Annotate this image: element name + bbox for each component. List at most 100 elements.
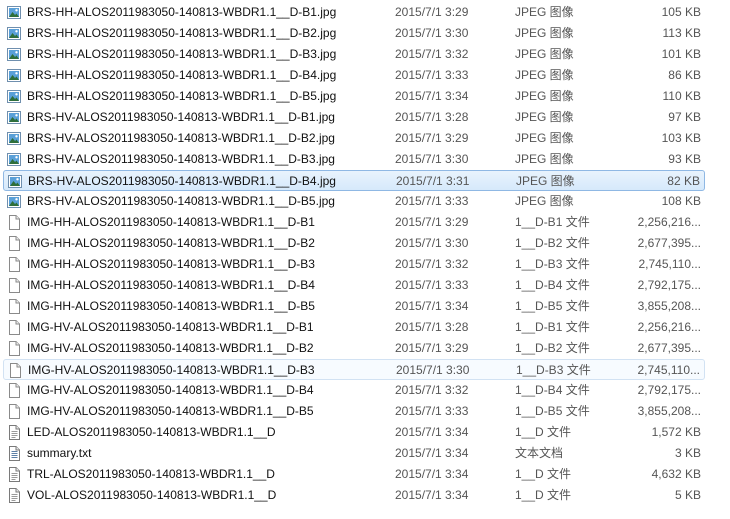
file-modified-date: 2015/7/1 3:31 [396,174,470,188]
jpeg-image-icon [7,194,21,209]
file-size: 105 KB [661,5,701,19]
file-name: IMG-HH-ALOS2011983050-140813-WBDR1.1__D-… [27,278,315,292]
file-modified-date: 2015/7/1 3:33 [395,194,469,208]
blank-file-icon [7,215,21,230]
blank-file-icon [7,278,21,293]
file-size: 2,745,110... [637,363,701,377]
file-name: IMG-HV-ALOS2011983050-140813-WBDR1.1__D-… [27,341,314,355]
file-size: 2,256,216... [637,320,701,334]
file-type: 1__D-B2 文件 [515,341,590,355]
blank-file-icon [7,299,21,314]
file-row[interactable]: LED-ALOS2011983050-140813-WBDR1.1__D 2015… [3,422,705,443]
blank-file-icon [7,320,21,335]
file-size: 97 KB [668,110,701,124]
file-row[interactable]: BRS-HV-ALOS2011983050-140813-WBDR1.1__D-… [3,170,705,191]
blank-file-icon [8,363,22,378]
file-name: BRS-HH-ALOS2011983050-140813-WBDR1.1__D-… [27,26,337,40]
file-row[interactable]: IMG-HV-ALOS2011983050-140813-WBDR1.1__D-… [3,359,705,380]
blank-file-icon [7,236,21,251]
file-modified-date: 2015/7/1 3:33 [395,404,469,418]
file-row[interactable]: BRS-HH-ALOS2011983050-140813-WBDR1.1__D-… [3,2,705,23]
file-size: 3,855,208... [637,404,701,418]
jpeg-image-icon [8,174,22,189]
file-row[interactable]: BRS-HH-ALOS2011983050-140813-WBDR1.1__D-… [3,86,705,107]
jpeg-image-icon [7,152,21,167]
document-file-icon [7,425,21,440]
file-type: 文本文档 [515,446,564,460]
file-modified-date: 2015/7/1 3:29 [395,341,469,355]
file-modified-date: 2015/7/1 3:34 [395,488,469,502]
file-type: JPEG 图像 [515,152,574,166]
jpeg-image-icon [7,68,21,83]
file-modified-date: 2015/7/1 3:33 [395,278,469,292]
document-file-icon [7,467,21,482]
file-type: JPEG 图像 [515,89,574,103]
file-row[interactable]: BRS-HV-ALOS2011983050-140813-WBDR1.1__D-… [3,191,705,212]
file-size: 113 KB [662,26,701,40]
file-type: 1__D-B4 文件 [515,278,590,292]
file-type: 1__D 文件 [515,488,572,502]
file-type: 1__D-B5 文件 [515,299,590,313]
file-modified-date: 2015/7/1 3:33 [395,68,469,82]
file-type: 1__D-B1 文件 [515,320,590,334]
file-row[interactable]: IMG-HV-ALOS2011983050-140813-WBDR1.1__D-… [3,380,705,401]
file-modified-date: 2015/7/1 3:32 [395,257,469,271]
file-modified-date: 2015/7/1 3:29 [395,131,469,145]
file-name: BRS-HH-ALOS2011983050-140813-WBDR1.1__D-… [27,47,337,61]
file-name: BRS-HV-ALOS2011983050-140813-WBDR1.1__D-… [27,152,335,166]
file-name: BRS-HV-ALOS2011983050-140813-WBDR1.1__D-… [28,174,336,188]
file-name: summary.txt [27,446,92,460]
file-row[interactable]: IMG-HV-ALOS2011983050-140813-WBDR1.1__D-… [3,401,705,422]
file-type: JPEG 图像 [515,47,574,61]
file-name: TRL-ALOS2011983050-140813-WBDR1.1__D [27,467,275,481]
blank-file-icon [7,257,21,272]
file-name: LED-ALOS2011983050-140813-WBDR1.1__D [27,425,276,439]
file-name: BRS-HV-ALOS2011983050-140813-WBDR1.1__D-… [27,131,335,145]
file-modified-date: 2015/7/1 3:29 [395,215,469,229]
file-modified-date: 2015/7/1 3:29 [395,5,469,19]
file-row[interactable]: BRS-HV-ALOS2011983050-140813-WBDR1.1__D-… [3,128,705,149]
file-name: BRS-HH-ALOS2011983050-140813-WBDR1.1__D-… [27,5,337,19]
file-modified-date: 2015/7/1 3:30 [395,26,469,40]
file-modified-date: 2015/7/1 3:30 [395,152,469,166]
file-modified-date: 2015/7/1 3:34 [395,425,469,439]
file-row[interactable]: IMG-HH-ALOS2011983050-140813-WBDR1.1__D-… [3,233,705,254]
file-row[interactable]: TRL-ALOS2011983050-140813-WBDR1.1__D 2015… [3,464,705,485]
file-modified-date: 2015/7/1 3:28 [395,320,469,334]
blank-file-icon [7,383,21,398]
file-row[interactable]: IMG-HH-ALOS2011983050-140813-WBDR1.1__D-… [3,296,705,317]
file-row[interactable]: IMG-HH-ALOS2011983050-140813-WBDR1.1__D-… [3,212,705,233]
file-type: JPEG 图像 [515,68,574,82]
file-row[interactable]: IMG-HV-ALOS2011983050-140813-WBDR1.1__D-… [3,338,705,359]
file-type: 1__D-B5 文件 [515,404,590,418]
file-row[interactable]: VOL-ALOS2011983050-140813-WBDR1.1__D 2015… [3,485,705,506]
file-row[interactable]: summary.txt 2015/7/1 3:34 文本文档 3 KB [3,443,705,464]
file-size: 2,677,395... [637,341,701,355]
file-modified-date: 2015/7/1 3:30 [396,363,470,377]
file-modified-date: 2015/7/1 3:32 [395,47,469,61]
jpeg-image-icon [7,131,21,146]
file-row[interactable]: IMG-HH-ALOS2011983050-140813-WBDR1.1__D-… [3,254,705,275]
file-size: 1,572 KB [651,425,701,439]
file-modified-date: 2015/7/1 3:34 [395,299,469,313]
file-name: VOL-ALOS2011983050-140813-WBDR1.1__D [27,488,277,502]
file-row[interactable]: IMG-HH-ALOS2011983050-140813-WBDR1.1__D-… [3,275,705,296]
file-name: IMG-HV-ALOS2011983050-140813-WBDR1.1__D-… [28,363,315,377]
file-modified-date: 2015/7/1 3:30 [395,236,469,250]
file-size: 2,745,110... [638,257,702,271]
file-name: IMG-HV-ALOS2011983050-140813-WBDR1.1__D-… [27,383,314,397]
file-size: 5 KB [674,488,701,502]
jpeg-image-icon [7,89,21,104]
file-row[interactable]: IMG-HV-ALOS2011983050-140813-WBDR1.1__D-… [3,317,705,338]
file-row[interactable]: BRS-HH-ALOS2011983050-140813-WBDR1.1__D-… [3,65,705,86]
file-row[interactable]: BRS-HH-ALOS2011983050-140813-WBDR1.1__D-… [3,44,705,65]
file-size: 2,792,175... [637,383,701,397]
jpeg-image-icon [7,5,21,20]
file-type: JPEG 图像 [515,26,574,40]
file-type: JPEG 图像 [515,110,574,124]
file-row[interactable]: BRS-HV-ALOS2011983050-140813-WBDR1.1__D-… [3,107,705,128]
file-row[interactable]: BRS-HV-ALOS2011983050-140813-WBDR1.1__D-… [3,149,705,170]
file-type: JPEG 图像 [515,194,574,208]
file-row[interactable]: BRS-HH-ALOS2011983050-140813-WBDR1.1__D-… [3,23,705,44]
blank-file-icon [7,404,21,419]
